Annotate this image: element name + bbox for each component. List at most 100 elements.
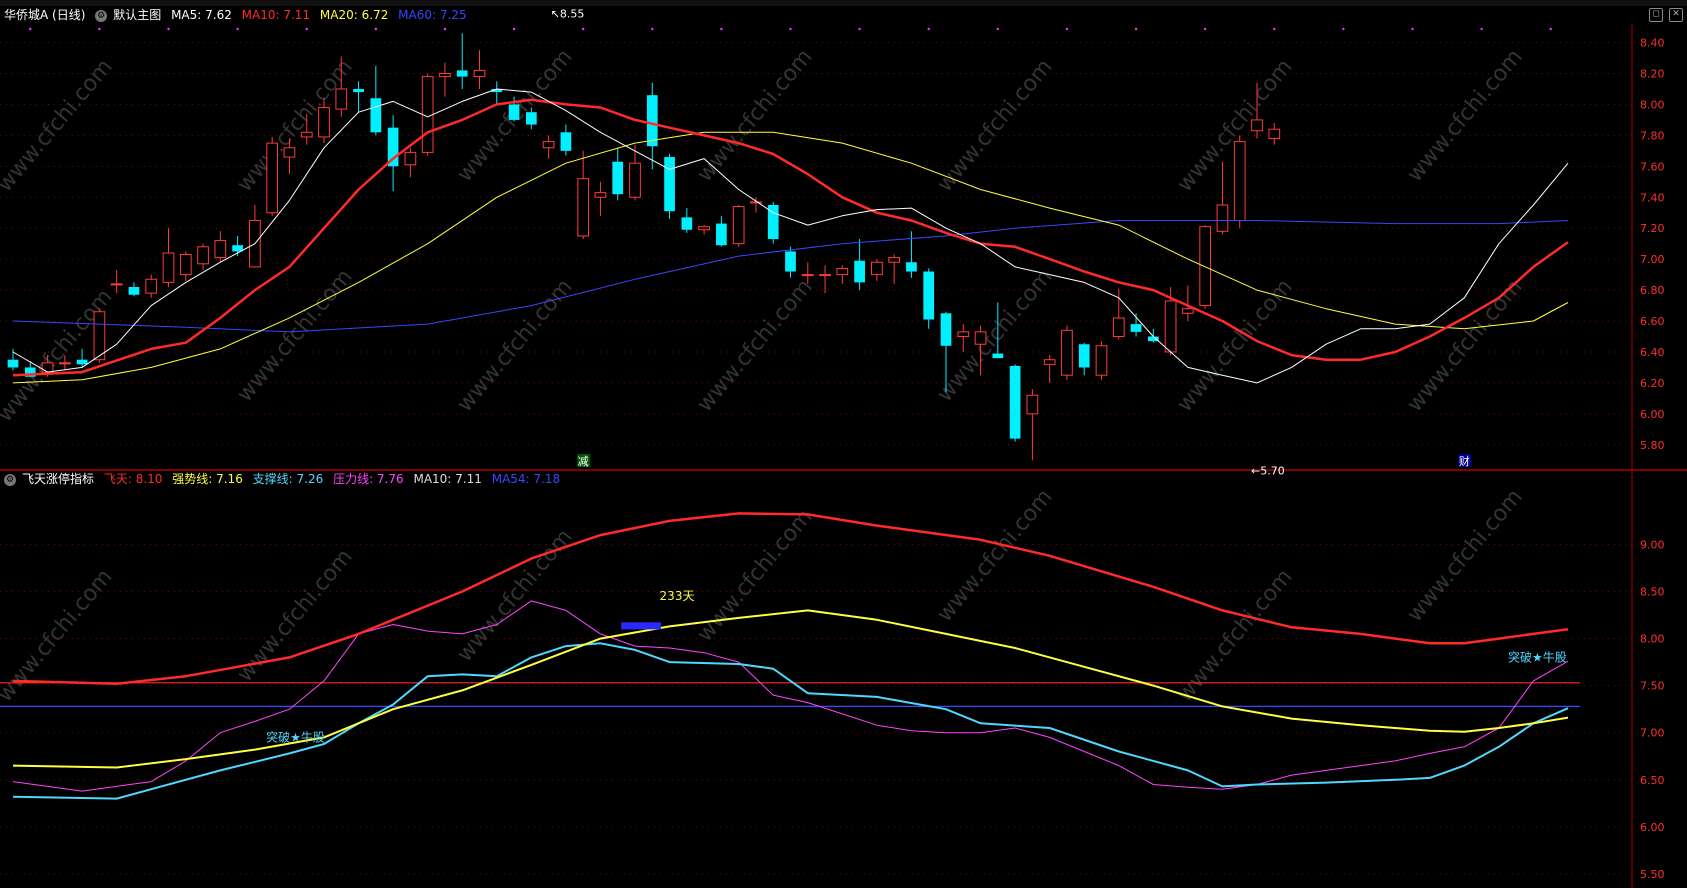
candle-body-up xyxy=(421,76,434,153)
candle-body-up xyxy=(335,88,348,110)
watermark-text: www.cfchi.com xyxy=(232,545,357,687)
watermark-text: www.cfchi.com xyxy=(692,505,817,647)
candle-body-up xyxy=(473,69,486,78)
price-tick-label: 7.00 xyxy=(1640,253,1665,266)
ma-line-ma5 xyxy=(12,88,1569,384)
candle-body-down xyxy=(370,98,382,133)
candle-body-up xyxy=(871,261,883,276)
candle-body-up xyxy=(266,142,279,214)
candle-body-up xyxy=(1061,329,1073,376)
event-marker xyxy=(720,27,723,31)
candle-body-down xyxy=(525,112,537,125)
candle-body-up xyxy=(629,162,641,198)
candle-body-up xyxy=(750,201,762,204)
event-marker xyxy=(167,27,170,31)
chart-stage: 华侨城A (日线) ⚙ 默认主图 MA5: 7.62 MA10: 7.11 MA2… xyxy=(0,0,1687,888)
breakout-annotation-left: 突破★牛股 xyxy=(266,729,325,744)
candle-body-down xyxy=(7,359,19,368)
candle-body-up xyxy=(93,311,106,361)
event-marker xyxy=(1134,27,1138,31)
candle-body-up xyxy=(594,192,607,198)
watermark-text: www.cfchi.com xyxy=(692,275,817,417)
candle-body-up xyxy=(542,141,555,149)
indicator-tick-label: 5.50 xyxy=(1640,868,1665,881)
candle-body-down xyxy=(508,104,520,120)
candle-body-up xyxy=(214,240,227,259)
candle-body-down xyxy=(664,157,675,212)
candle-body-up xyxy=(1164,300,1177,353)
event-marker xyxy=(236,27,239,31)
candle-body-down xyxy=(76,359,88,365)
watermark-text: www.cfchi.com xyxy=(1402,45,1527,187)
indicator-series-line xyxy=(12,600,1569,792)
indicator-tick-label: 6.00 xyxy=(1640,821,1665,834)
candle-body-up xyxy=(58,362,71,365)
candle-body-down xyxy=(906,262,917,272)
candle-body-down xyxy=(854,260,865,283)
watermark-text: www.cfchi.com xyxy=(452,525,577,667)
candle-body-up xyxy=(1216,204,1229,232)
low-price-annotation: ←5.70 xyxy=(1251,464,1285,477)
event-marker xyxy=(1273,27,1276,31)
candle-body-up xyxy=(888,257,901,263)
event-marker xyxy=(927,27,930,31)
indicator-tick-label: 7.00 xyxy=(1640,727,1665,740)
price-tick-label: 7.80 xyxy=(1640,129,1665,142)
event-marker xyxy=(1065,27,1069,31)
days-annotation: 233天 xyxy=(660,589,695,603)
candle-body-up xyxy=(1043,359,1056,365)
watermark-text: www.cfchi.com xyxy=(0,565,118,707)
price-tick-label: 8.00 xyxy=(1640,98,1665,111)
event-marker xyxy=(858,27,861,31)
event-marker xyxy=(1480,27,1483,31)
event-marker xyxy=(1203,27,1207,31)
high-price-annotation: ↖8.55 xyxy=(551,7,585,20)
candle-body-up xyxy=(577,178,590,237)
candle-body-up xyxy=(300,131,313,138)
candle-body-up xyxy=(404,151,417,166)
candle-body-down xyxy=(785,251,796,272)
candle-body-up xyxy=(1112,317,1125,338)
candle-body-down xyxy=(940,313,952,346)
watermark-text: www.cfchi.com xyxy=(932,485,1057,627)
candle-body-up xyxy=(957,331,970,338)
candle-body-down xyxy=(456,70,468,77)
candle-body-up xyxy=(41,362,54,373)
event-marker xyxy=(651,27,654,31)
breakout-annotation-right: 突破★牛股 xyxy=(1508,649,1567,664)
event-marker xyxy=(1342,27,1345,31)
candle-body-up xyxy=(1026,394,1039,415)
event-marker xyxy=(996,27,1000,31)
candle-body-down xyxy=(560,132,572,151)
candle-body-up xyxy=(1182,308,1194,314)
price-tick-label: 6.40 xyxy=(1640,346,1665,359)
indicator-tick-label: 8.00 xyxy=(1640,633,1665,646)
candle-body-down xyxy=(646,95,658,147)
candle-body-up xyxy=(732,206,745,245)
price-and-indicator-chart[interactable]: www.cfchi.com www.cfchi.com www.cfchi.com w… xyxy=(0,0,1687,888)
watermark-text: www.cfchi.com xyxy=(932,55,1057,197)
price-tick-label: 8.20 xyxy=(1640,68,1665,81)
indicator-tick-label: 7.50 xyxy=(1640,680,1665,693)
price-tick-label: 6.00 xyxy=(1640,408,1665,421)
event-marker xyxy=(1549,27,1552,31)
indicator-series-line xyxy=(12,609,1569,769)
indicator-tick-label: 9.00 xyxy=(1640,538,1665,551)
candle-body-up xyxy=(318,107,330,138)
event-badge-jian: 减 xyxy=(578,455,589,468)
candle-body-down xyxy=(681,217,693,230)
watermark-text: www.cfchi.com xyxy=(0,55,118,197)
candle-body-up xyxy=(1199,226,1212,307)
candle-body-down xyxy=(1078,344,1090,368)
watermark-text: www.cfchi.com xyxy=(692,45,817,187)
event-marker xyxy=(789,27,792,31)
event-marker xyxy=(443,27,447,31)
candle-body-down xyxy=(716,223,727,246)
candle-body-up xyxy=(110,283,123,286)
candle-body-down xyxy=(992,353,1004,359)
candle-body-up xyxy=(698,226,710,231)
candle-body-down xyxy=(1009,365,1021,439)
signal-block xyxy=(621,622,661,630)
event-marker xyxy=(29,27,32,31)
candle-body-up xyxy=(1095,345,1108,376)
